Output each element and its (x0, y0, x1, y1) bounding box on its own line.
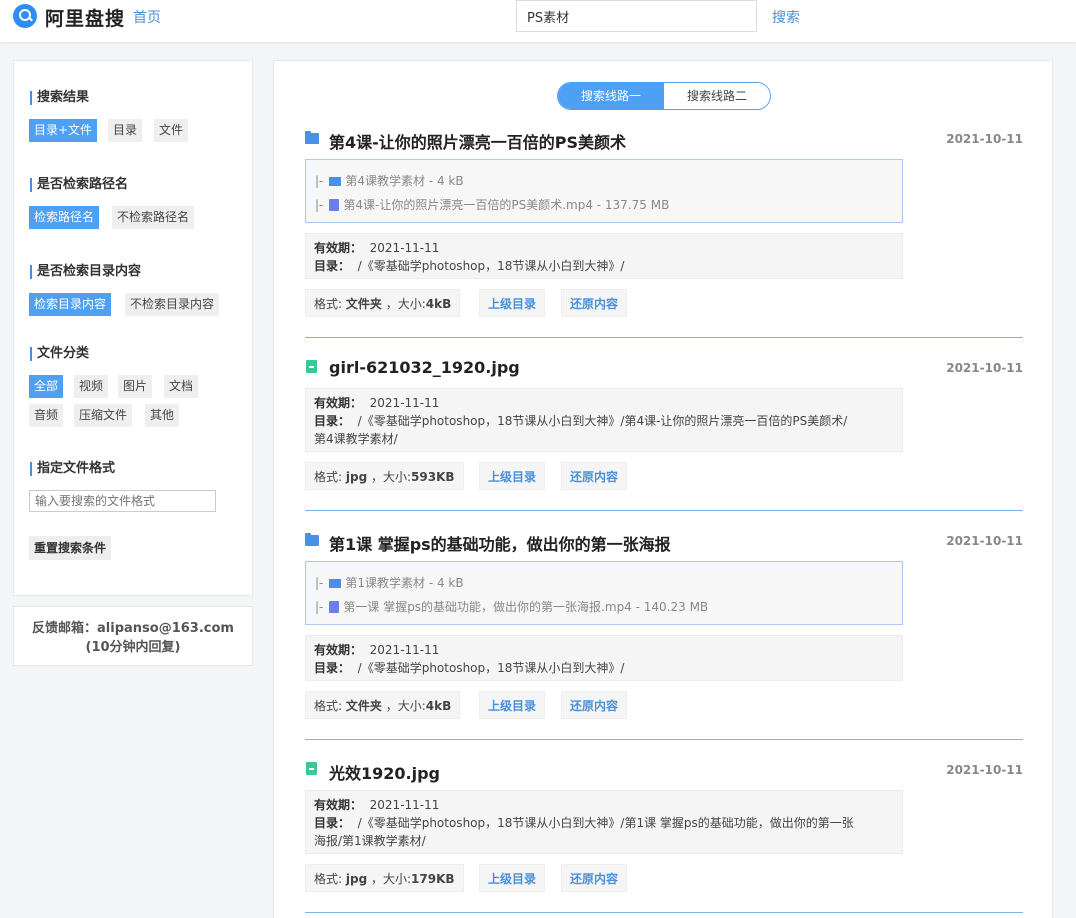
file-list-box: |- 第4课教学素材 - 4 kB |- 第4课-让你的照片漂亮一百倍的PS美颜术.… (305, 159, 903, 223)
directory-row: 目录： /《零基础学photoshop，18节课从小白到大神》/ (314, 661, 625, 675)
top-header: 阿里盘搜 首页 搜索 (0, 0, 1076, 42)
logo-search-icon[interactable] (13, 4, 37, 28)
section-title-path-search: 是否检索路径名 (30, 178, 128, 192)
image-file-icon (306, 762, 317, 775)
category-image[interactable]: 图片 (118, 375, 153, 398)
meta-box: 有效期： 2021-11-11 目录： /《零基础学photoshop，18节课… (305, 790, 903, 854)
search-button[interactable]: 搜索 (772, 7, 800, 27)
home-link[interactable]: 首页 (133, 7, 161, 27)
feedback-box: 反馈邮箱：alipanso@163.com (10分钟内回复) (13, 606, 253, 666)
result-date: 2021-10-11 (946, 763, 1023, 777)
result-title[interactable]: 第1课 掌握ps的基础功能，做出你的第一张海报 (329, 531, 671, 555)
category-archive[interactable]: 压缩文件 (74, 404, 133, 427)
option-file[interactable]: 文件 (154, 119, 189, 142)
file-list-item: |- 第4课教学素材 - 4 kB (315, 174, 464, 188)
result-divider (305, 337, 1023, 338)
result-divider (305, 739, 1023, 740)
parent-dir-button[interactable]: 上级目录 (479, 864, 546, 892)
directory-row-cont: 海报/第1课教学素材/ (314, 834, 426, 848)
parent-dir-button[interactable]: 上级目录 (479, 462, 546, 490)
meta-box: 有效期： 2021-11-11 目录： /《零基础学photoshop，18节课… (305, 635, 903, 681)
image-file-icon (306, 360, 317, 373)
file-format-input[interactable] (29, 490, 216, 512)
restore-content-button[interactable]: 还原内容 (561, 691, 628, 719)
results-panel: 搜索线路一 搜索线路二 第4课-让你的照片漂亮一百倍的PS美颜术 2021-10… (273, 60, 1053, 918)
folder-icon (305, 533, 319, 546)
option-search-dir-content[interactable]: 检索目录内容 (29, 293, 112, 316)
filter-sidebar: 搜索结果 目录+文件 目录 文件 是否检索路径名 检索路径名 不检索路径名 是否… (13, 60, 253, 596)
file-list-item: |- 第4课-让你的照片漂亮一百倍的PS美颜术.mp4 - 137.75 MB (315, 198, 670, 212)
folder-icon (329, 579, 342, 588)
directory-row: 目录： /《零基础学photoshop，18节课从小白到大神》/第4课-让你的照… (314, 414, 848, 428)
section-title-file-category: 文件分类 (30, 347, 89, 361)
result-date: 2021-10-11 (946, 132, 1023, 146)
validity-row: 有效期： 2021-11-11 (314, 241, 440, 255)
restore-content-button[interactable]: 还原内容 (561, 462, 628, 490)
format-size-info: 格式: jpg ，大小:593KB (305, 462, 464, 490)
parent-dir-button[interactable]: 上级目录 (479, 691, 546, 719)
category-video[interactable]: 视频 (74, 375, 109, 398)
result-divider (305, 912, 1023, 913)
file-list-item: |- 第1课教学素材 - 4 kB (315, 576, 464, 590)
reset-filters-button[interactable]: 重置搜索条件 (29, 536, 112, 560)
feedback-note: (10分钟内回复) (85, 640, 181, 655)
format-size-info: 格式: 文件夹 ，大小:4kB (305, 289, 461, 317)
app-logo-text[interactable]: 阿里盘搜 (45, 4, 125, 31)
result-title[interactable]: 第4课-让你的照片漂亮一百倍的PS美颜术 (329, 129, 626, 153)
directory-row: 目录： /《零基础学photoshop，18节课从小白到大神》/第1课 掌握ps… (314, 816, 854, 830)
restore-content-button[interactable]: 还原内容 (561, 864, 628, 892)
validity-row: 有效期： 2021-11-11 (314, 798, 440, 812)
search-input[interactable] (516, 0, 757, 32)
category-audio[interactable]: 音频 (29, 404, 64, 427)
video-file-icon (329, 199, 340, 211)
result-title[interactable]: 光效1920.jpg (329, 760, 440, 784)
file-list-box: |- 第1课教学素材 - 4 kB |- 第一课 掌握ps的基础功能，做出你的第一张… (305, 561, 903, 625)
section-title-dir-content: 是否检索目录内容 (30, 265, 141, 279)
meta-box: 有效期： 2021-11-11 目录： /《零基础学photoshop，18节课… (305, 233, 903, 279)
format-size-info: 格式: 文件夹 ，大小:4kB (305, 691, 461, 719)
category-all[interactable]: 全部 (29, 375, 64, 398)
result-date: 2021-10-11 (946, 361, 1023, 375)
option-dir[interactable]: 目录 (108, 119, 143, 142)
folder-icon (329, 177, 342, 186)
parent-dir-button[interactable]: 上级目录 (479, 289, 546, 317)
result-date: 2021-10-11 (946, 534, 1023, 548)
restore-content-button[interactable]: 还原内容 (561, 289, 628, 317)
tab-route-1[interactable]: 搜索线路一 (558, 83, 664, 109)
meta-box: 有效期： 2021-11-11 目录： /《零基础学photoshop，18节课… (305, 388, 903, 452)
option-dir-and-file[interactable]: 目录+文件 (29, 119, 98, 142)
option-no-search-path[interactable]: 不检索路径名 (112, 206, 195, 229)
category-document[interactable]: 文档 (164, 375, 199, 398)
validity-row: 有效期： 2021-11-11 (314, 396, 440, 410)
tab-route-2[interactable]: 搜索线路二 (664, 83, 770, 109)
file-list-item: |- 第一课 掌握ps的基础功能，做出你的第一张海报.mp4 - 140.23 M… (315, 600, 709, 614)
result-divider (305, 510, 1023, 511)
feedback-email: 反馈邮箱：alipanso@163.com (32, 621, 234, 636)
result-title[interactable]: girl-621032_1920.jpg (329, 358, 520, 377)
category-other[interactable]: 其他 (145, 404, 180, 427)
route-tabs: 搜索线路一 搜索线路二 (557, 82, 771, 110)
directory-row: 目录： /《零基础学photoshop，18节课从小白到大神》/ (314, 259, 625, 273)
option-search-path[interactable]: 检索路径名 (29, 206, 100, 229)
option-no-search-dir-content[interactable]: 不检索目录内容 (125, 293, 220, 316)
section-title-search-results: 搜索结果 (30, 91, 89, 105)
section-title-file-format: 指定文件格式 (30, 462, 115, 476)
directory-row-cont: 第4课教学素材/ (314, 432, 398, 446)
video-file-icon (329, 601, 340, 613)
validity-row: 有效期： 2021-11-11 (314, 643, 440, 657)
folder-icon (305, 131, 319, 144)
format-size-info: 格式: jpg ，大小:179KB (305, 864, 464, 892)
